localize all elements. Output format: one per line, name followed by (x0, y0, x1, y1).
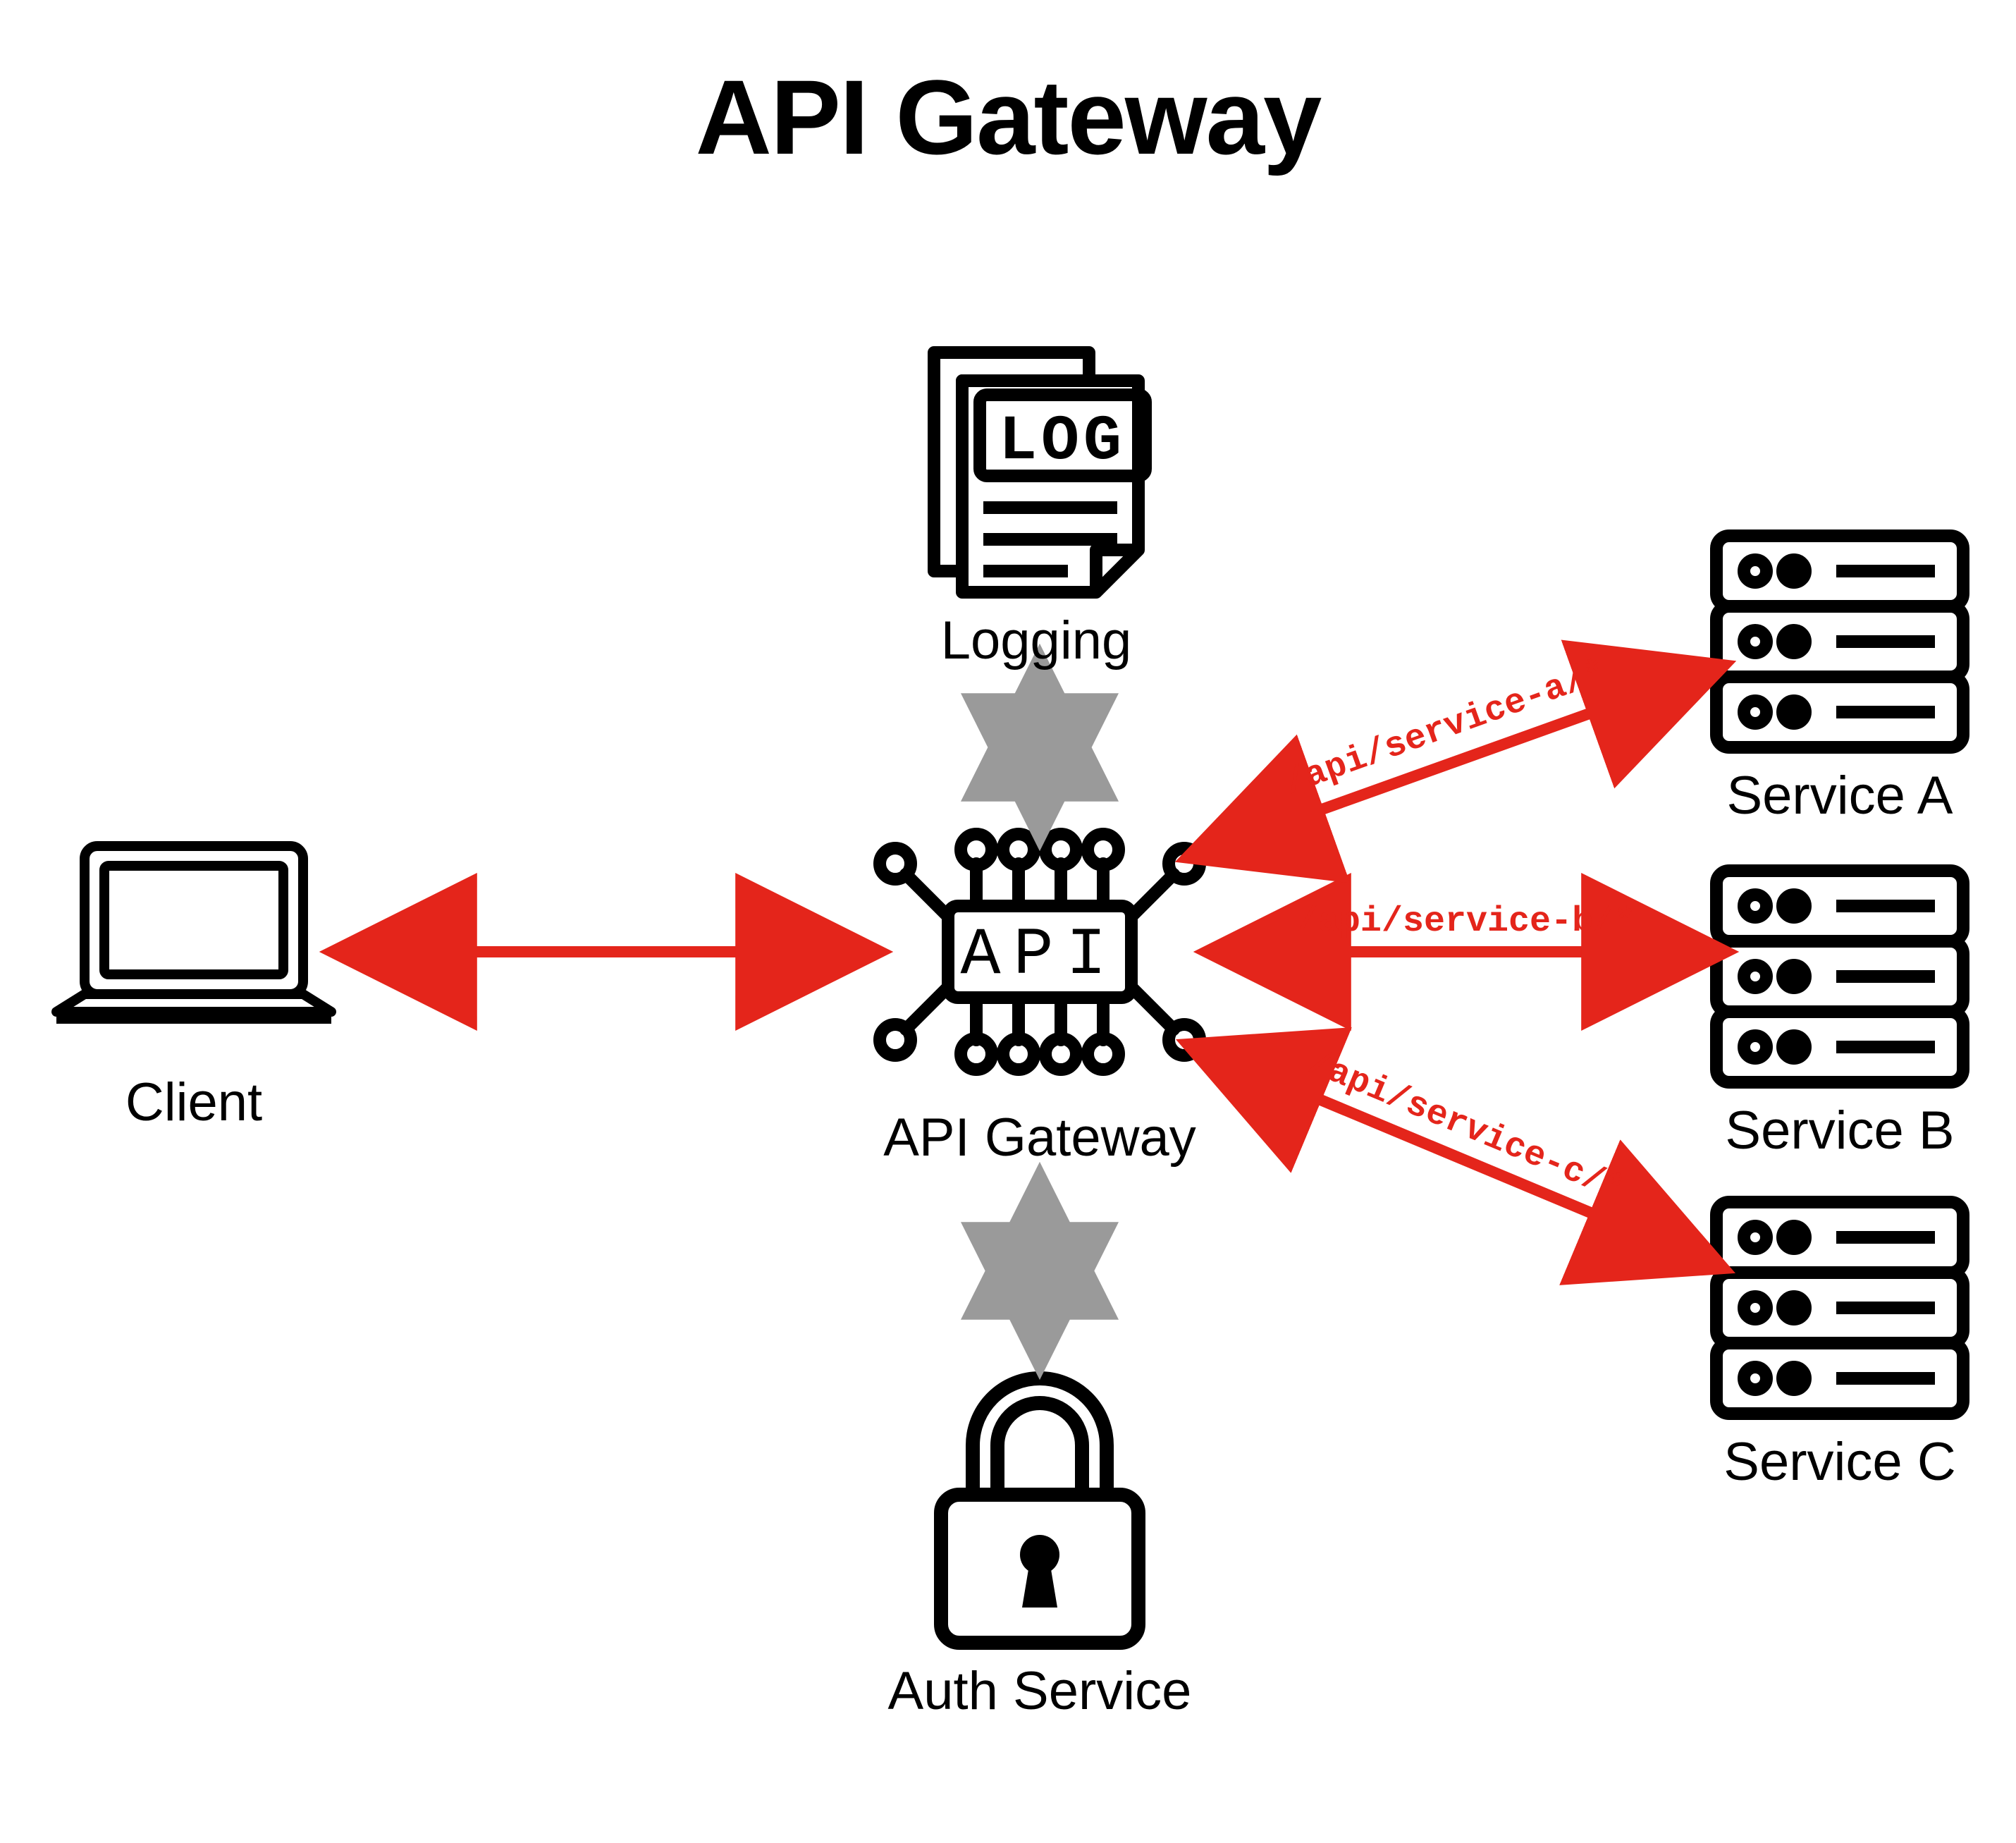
logging-label: Logging (895, 610, 1177, 671)
diagram-canvas: API Gateway LOG (0, 0, 2016, 1843)
api-icon-text: API (960, 917, 1119, 993)
laptop-icon (56, 846, 331, 1024)
server-icon-b (1716, 871, 1963, 1082)
gateway-label: API Gateway (846, 1107, 1234, 1168)
log-icon: LOG (934, 353, 1145, 592)
api-icon: API (880, 834, 1200, 1070)
arrow-gateway-service-a (1219, 677, 1692, 846)
auth-label: Auth Service (846, 1660, 1234, 1722)
server-icon-a (1716, 536, 1963, 747)
route-c-label: /api/service-c/* (1302, 1043, 1630, 1211)
log-icon-text: LOG (999, 406, 1126, 478)
server-icon-c (1716, 1202, 1963, 1414)
service-a-label: Service A (1716, 765, 1963, 826)
arrow-gateway-service-c (1219, 1058, 1692, 1255)
lock-icon (941, 1378, 1138, 1643)
client-label: Client (49, 1072, 338, 1133)
service-b-label: Service B (1716, 1100, 1963, 1161)
route-b-label: /api/service-b/* (1297, 902, 1635, 942)
diagram-svg: LOG API (0, 0, 2016, 1843)
service-c-label: Service C (1716, 1431, 1963, 1493)
